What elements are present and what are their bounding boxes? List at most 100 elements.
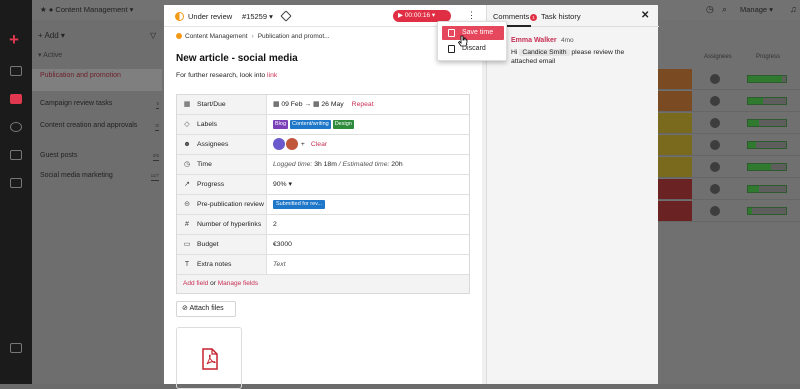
panel-tabs: Comments 1 Task history ✕	[487, 5, 659, 27]
label-tag[interactable]: Blog	[273, 119, 289, 129]
start-due-value[interactable]: ▦ 09 Feb → ▦ 26 May Repeat	[273, 95, 374, 114]
logged-time: 3h 18m	[314, 161, 337, 168]
manage-menu[interactable]: Manage ▾	[740, 5, 773, 14]
tag-icon: ◇	[184, 121, 190, 128]
field-budget: ▭ Budget €3000	[177, 235, 469, 255]
save-icon	[448, 29, 455, 37]
pre-pub-pill[interactable]: Submitted for rev...	[273, 199, 326, 209]
sidebar-item-label: Guest posts	[40, 152, 78, 159]
globe-icon[interactable]	[10, 122, 22, 132]
sidebar-item-label: Content creation and approvals	[40, 122, 138, 129]
sidebar-item-social-media[interactable]: Social media marketing 11/7	[32, 171, 162, 181]
label-tag[interactable]: Design	[332, 119, 354, 129]
project-name: Content Management	[55, 5, 128, 14]
progress-value[interactable]: 90% ▾	[273, 175, 292, 194]
manage-fields-link[interactable]: Manage fields	[218, 280, 258, 287]
hand-cursor-icon	[458, 35, 468, 47]
start-date[interactable]: 09 Feb	[281, 101, 302, 108]
task-id[interactable]: #15259 ▾	[242, 12, 273, 21]
budget-value[interactable]: €3000	[273, 235, 292, 254]
mention-chip[interactable]: Candice Smith	[519, 49, 570, 56]
tab-comments[interactable]: Comments 1	[490, 12, 537, 27]
table-row[interactable]	[650, 113, 800, 134]
label-tag[interactable]: Content/writing	[290, 119, 331, 129]
money-icon: ▭	[183, 241, 191, 248]
field-start-due: ▦ Start/Due ▦ 09 Feb → ▦ 26 May Repeat	[177, 95, 469, 115]
people-icon[interactable]	[10, 178, 22, 188]
table-row[interactable]	[650, 69, 800, 90]
attachment-card[interactable]	[176, 327, 242, 389]
close-icon[interactable]: ✕	[641, 10, 649, 21]
section-active[interactable]: ▾ Active	[38, 51, 62, 59]
attach-files-button[interactable]: ⊘ Attach files	[176, 301, 236, 317]
sidebar-item-campaign[interactable]: Campaign review tasks 5	[32, 99, 162, 109]
description-link[interactable]: link	[267, 72, 277, 79]
task-title[interactable]: New article - social media	[176, 53, 298, 64]
search-icon[interactable]: ⌕	[722, 4, 727, 15]
breadcrumb-list[interactable]: Publication and promot...	[258, 33, 330, 40]
labels-value[interactable]: Blog Content/writing Design	[273, 115, 356, 134]
discard-item[interactable]: Discard	[442, 42, 504, 56]
clear-assignees-button[interactable]: Clear	[311, 141, 327, 148]
field-label: Pre-publication review	[197, 201, 264, 208]
sidebar-item-count: 5	[156, 99, 159, 109]
sidebar-item-guest-posts[interactable]: Guest posts 2/6	[32, 151, 162, 161]
add-field-link[interactable]: Add field	[183, 280, 208, 287]
or-text: or	[208, 280, 218, 287]
pdf-file-icon	[202, 348, 218, 370]
comments-badge: 1	[530, 14, 537, 21]
milestone-icon[interactable]	[280, 10, 292, 22]
attach-label: Attach files	[189, 305, 224, 312]
table-row[interactable]	[650, 179, 800, 200]
breadcrumb-project[interactable]: Content Management	[185, 33, 248, 40]
clock-icon: ◷	[183, 161, 191, 168]
reports-icon[interactable]	[10, 150, 22, 160]
project-switcher[interactable]: ★ ● Content Management ▾	[40, 5, 133, 14]
section-label: Active	[43, 52, 63, 59]
table-row[interactable]	[650, 201, 800, 222]
more-options-icon[interactable]: ⋮	[467, 10, 476, 20]
hyperlinks-value[interactable]: 2	[273, 215, 277, 234]
estimated-time-label: / Estimated time:	[338, 161, 390, 168]
field-progress: ↗ Progress 90% ▾	[177, 175, 469, 195]
bell-icon[interactable]: ♫	[790, 4, 797, 14]
repeat-link[interactable]: Repeat	[352, 101, 374, 108]
time-value[interactable]: Logged time: 3h 18m / Estimated time: 20…	[273, 155, 403, 174]
sidebar-item-content-creation[interactable]: Content creation and approvals 3/	[32, 121, 162, 131]
table-row[interactable]	[650, 91, 800, 112]
filter-icon[interactable]: ▽	[150, 31, 156, 40]
pre-pub-value[interactable]: Submitted for rev...	[273, 195, 326, 214]
comment-author[interactable]: Emma Walker	[511, 37, 557, 44]
estimated-time: 20h	[391, 161, 403, 168]
add-assignee-button[interactable]: +	[301, 141, 305, 148]
progress-icon: ↗	[184, 181, 190, 188]
avatar[interactable]	[273, 138, 285, 151]
table-row[interactable]	[650, 157, 800, 178]
status-icon[interactable]	[175, 12, 184, 21]
chat-icon[interactable]	[10, 343, 22, 353]
tab-task-history[interactable]: Task history	[541, 12, 581, 21]
table-row[interactable]	[650, 135, 800, 156]
task-status[interactable]: Under review	[188, 12, 232, 21]
clock-icon[interactable]: ◷	[706, 4, 714, 15]
projects-icon[interactable]	[10, 94, 22, 104]
task-description[interactable]: For further research, look into link	[176, 72, 277, 79]
sidebar-item-label: Campaign review tasks	[40, 100, 113, 107]
breadcrumb: Content Management › Publication and promo…	[176, 33, 330, 40]
sidebar-item-count: 11/7	[150, 171, 159, 181]
people-icon: ☻	[183, 141, 191, 148]
due-date[interactable]: 26 May	[321, 101, 343, 108]
home-icon[interactable]	[10, 66, 22, 76]
avatar[interactable]	[286, 138, 298, 151]
extra-notes-input[interactable]: Text	[273, 255, 286, 274]
create-icon[interactable]: +	[9, 30, 19, 50]
project-dot-icon	[176, 33, 182, 40]
activity-panel: Comments 1 Task history ✕ Emma Walker 4mo…	[486, 5, 659, 384]
field-label: Assignees	[197, 141, 229, 148]
background-table: Assignees Progress	[650, 45, 800, 384]
left-rail: +	[0, 0, 32, 384]
save-time-item[interactable]: Save time	[442, 26, 504, 40]
sidebar-item-publication[interactable]: Publication and promotion	[32, 69, 162, 91]
add-button[interactable]: + Add ▾	[38, 31, 65, 40]
task-id-text: #15259	[242, 12, 268, 21]
